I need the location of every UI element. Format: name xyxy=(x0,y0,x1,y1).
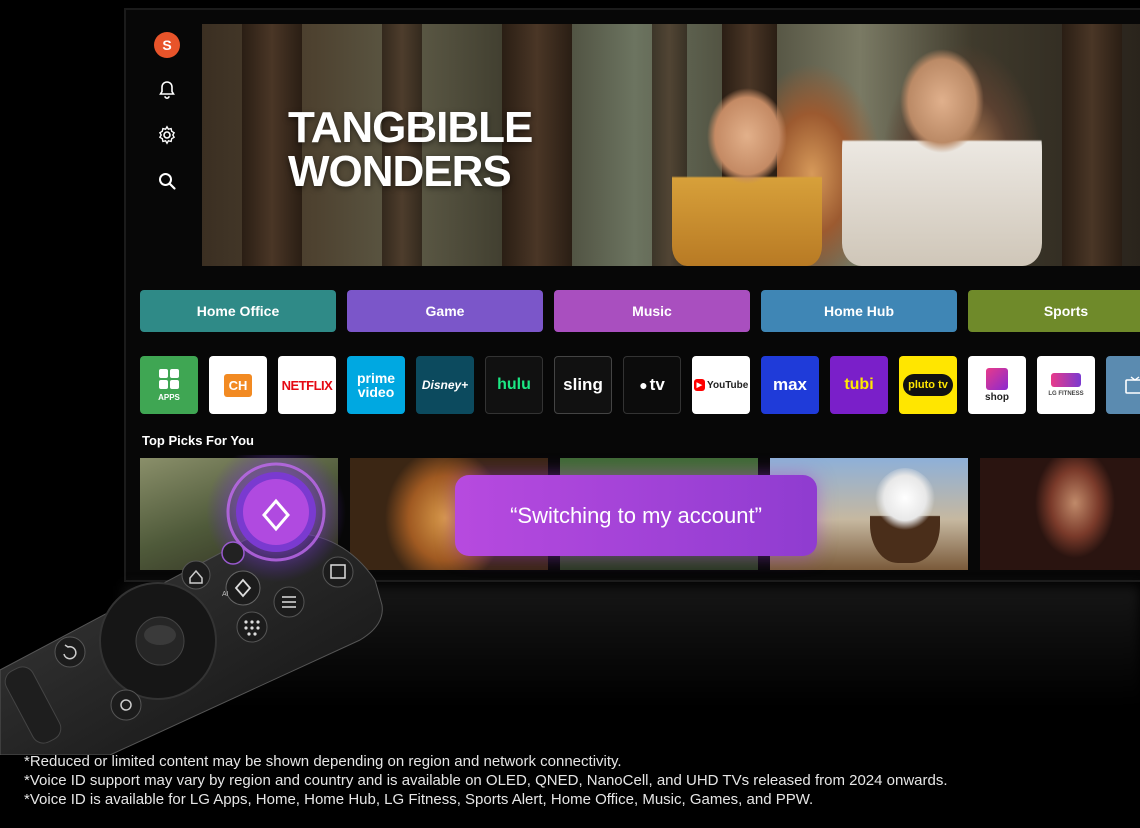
sidebar: S xyxy=(126,10,202,270)
app-label-lg-fitness: LG FITNESS xyxy=(1048,391,1084,397)
bell-icon[interactable] xyxy=(154,77,180,103)
app-label-pluto-tv: pluto tv xyxy=(903,374,953,396)
voice-command-bubble: “Switching to my account” xyxy=(455,475,817,556)
hero-title-line1: TANGBIBLE xyxy=(288,103,533,152)
app-tile-hulu[interactable]: hulu xyxy=(485,356,543,414)
footnote-1: *Reduced or limited content may be shown… xyxy=(24,753,622,770)
app-tile-max[interactable]: max xyxy=(761,356,819,414)
app-tile-tubi[interactable]: tubi xyxy=(830,356,888,414)
gear-icon[interactable] xyxy=(154,122,180,148)
app-tile-partial[interactable] xyxy=(1106,356,1140,414)
app-tile-channels[interactable]: CH xyxy=(209,356,267,414)
eagle-image xyxy=(870,468,940,563)
remote-control-illustration: AI xyxy=(0,442,383,756)
footnote-2: *Voice ID support may vary by region and… xyxy=(24,772,948,789)
tv-icon xyxy=(1125,376,1140,394)
app-tile-shop[interactable]: shop xyxy=(968,356,1026,414)
app-label-shop: shop xyxy=(985,391,1009,403)
pick-card-5[interactable] xyxy=(980,458,1140,570)
dumbbell-icon xyxy=(1051,373,1081,387)
magic-remote: AI xyxy=(0,442,400,756)
app-tile-pluto-tv[interactable]: pluto tv xyxy=(899,356,957,414)
play-icon: ▶ xyxy=(693,379,706,391)
category-home-office[interactable]: Home Office xyxy=(140,290,336,332)
app-label-apps: APPS xyxy=(158,393,180,402)
app-tile-apple-tv[interactable]: ● tv xyxy=(623,356,681,414)
hero-banner[interactable]: TANGBIBLE WONDERS xyxy=(202,24,1140,266)
profile-avatar[interactable]: S xyxy=(154,32,180,58)
remote-ai-label: AI xyxy=(222,591,229,598)
app-tile-sling[interactable]: sling xyxy=(554,356,612,414)
category-row: Home Office Game Music Home Hub Sports xyxy=(140,290,1140,334)
app-tile-lg-fitness[interactable]: LG FITNESS xyxy=(1037,356,1095,414)
app-label-apple-tv: tv xyxy=(649,375,665,394)
hero-title-line2: WONDERS xyxy=(288,147,512,196)
footnotes: *Reduced or limited content may be shown… xyxy=(24,752,948,809)
shopping-bag-icon xyxy=(986,367,1008,390)
app-tile-apps[interactable]: APPS xyxy=(140,356,198,414)
apple-icon: ● xyxy=(639,377,648,393)
category-music[interactable]: Music xyxy=(554,290,750,332)
hero-title: TANGBIBLE WONDERS xyxy=(288,103,533,196)
apps-grid-icon xyxy=(159,369,179,389)
app-row: APPS CH NETFLIX prime video Disney+ hulu… xyxy=(140,356,1140,416)
section-title-top-picks: Top Picks For You xyxy=(142,433,254,448)
footnote-3: *Voice ID is available for LG Apps, Home… xyxy=(24,791,814,808)
app-tile-netflix[interactable]: NETFLIX xyxy=(278,356,336,414)
app-label-channels: CH xyxy=(223,373,253,397)
search-icon[interactable] xyxy=(154,168,180,194)
app-tile-prime-video[interactable]: prime video xyxy=(347,356,405,414)
app-tile-youtube[interactable]: ▶ YouTube xyxy=(692,356,750,414)
category-game[interactable]: Game xyxy=(347,290,543,332)
category-home-hub[interactable]: Home Hub xyxy=(761,290,957,332)
app-tile-disney-plus[interactable]: Disney+ xyxy=(416,356,474,414)
app-label-youtube: YouTube xyxy=(707,379,749,391)
category-sports[interactable]: Sports xyxy=(968,290,1140,332)
